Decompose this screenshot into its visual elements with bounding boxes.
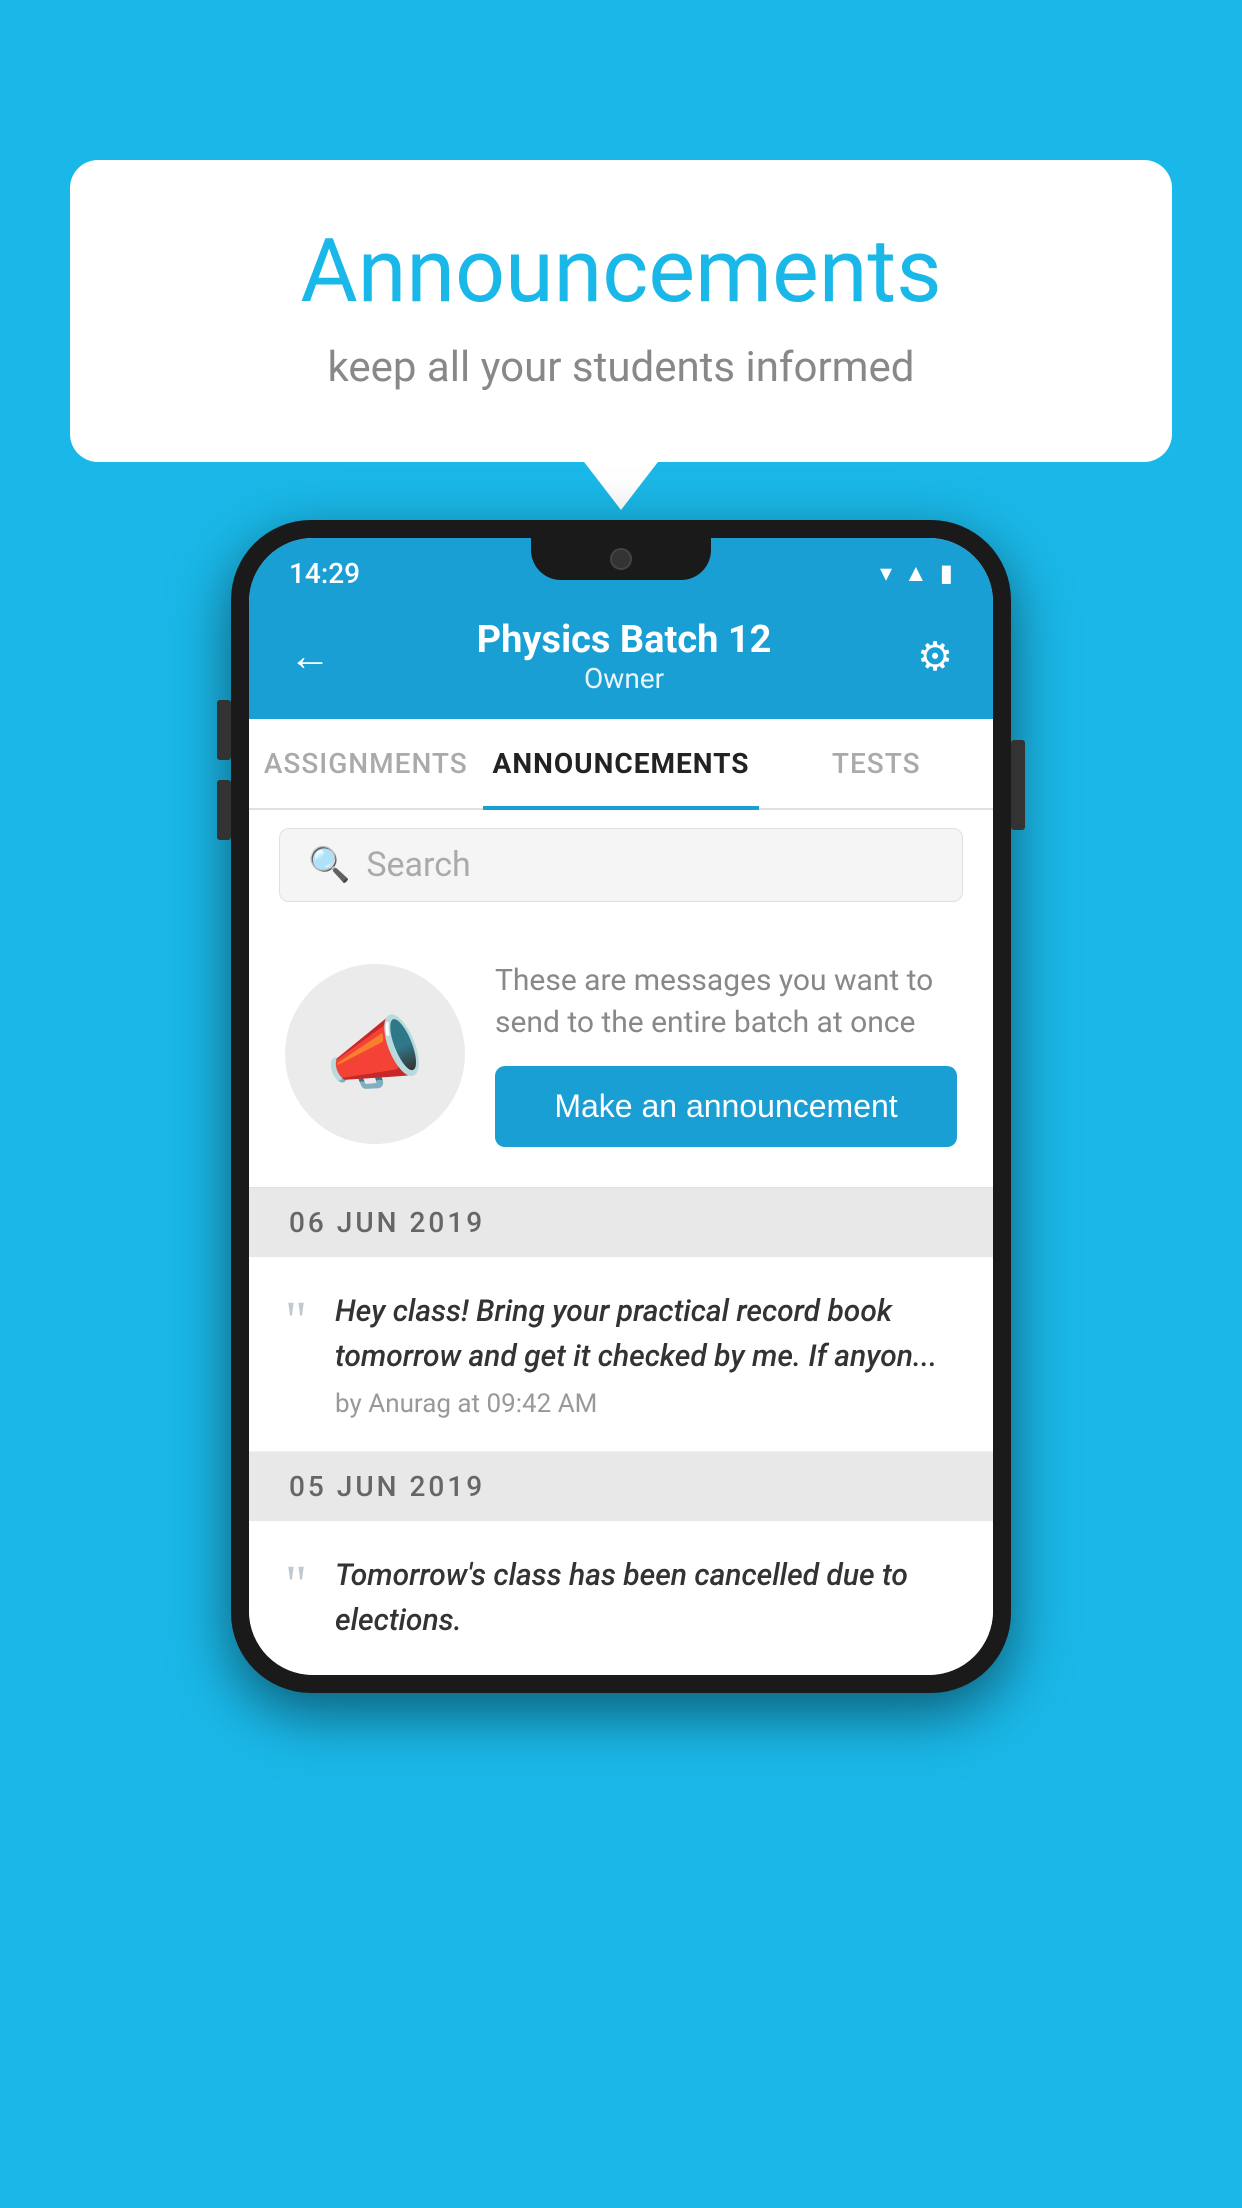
volume-down-button	[217, 780, 231, 840]
make-announcement-button[interactable]: Make an announcement	[495, 1066, 957, 1147]
search-input[interactable]: Search	[366, 845, 470, 885]
date-header-1: 06 JUN 2019	[249, 1188, 993, 1257]
speech-bubble-section: Announcements keep all your students inf…	[70, 160, 1172, 462]
megaphone-circle: 📣	[285, 964, 465, 1144]
app-bar: ← Physics Batch 12 Owner ⚙	[249, 598, 993, 719]
quote-icon-1: "	[285, 1293, 307, 1347]
app-bar-title-group: Physics Batch 12 Owner	[331, 618, 917, 695]
announcement-cta-card: 📣 These are messages you want to send to…	[249, 920, 993, 1188]
date-header-2: 05 JUN 2019	[249, 1452, 993, 1521]
gear-icon[interactable]: ⚙	[917, 633, 953, 680]
volume-up-button	[217, 700, 231, 760]
phone-outer: 14:29 ▾ ▲ ▮ ← Physics Batch 12 Owner ⚙	[231, 520, 1011, 1693]
announcement-meta-1: by Anurag at 09:42 AM	[335, 1389, 957, 1419]
power-button	[1011, 740, 1025, 830]
tab-assignments[interactable]: ASSIGNMENTS	[249, 719, 483, 808]
phone-mockup: 14:29 ▾ ▲ ▮ ← Physics Batch 12 Owner ⚙	[231, 520, 1011, 1693]
announcement-text-2: Tomorrow's class has been cancelled due …	[335, 1553, 957, 1643]
phone-notch	[531, 538, 711, 580]
megaphone-icon: 📣	[325, 1007, 425, 1101]
speech-bubble-subtitle: keep all your students informed	[150, 343, 1092, 392]
phone-screen: 14:29 ▾ ▲ ▮ ← Physics Batch 12 Owner ⚙	[249, 538, 993, 1675]
signal-icon: ▲	[904, 559, 928, 588]
search-container: 🔍 Search	[249, 810, 993, 920]
announcement-item-1: " Hey class! Bring your practical record…	[249, 1257, 993, 1452]
wifi-icon: ▾	[880, 559, 892, 587]
cta-right: These are messages you want to send to t…	[495, 960, 957, 1147]
tab-announcements[interactable]: ANNOUNCEMENTS	[483, 719, 760, 808]
announcement-content-1: Hey class! Bring your practical record b…	[335, 1289, 957, 1419]
quote-icon-2: "	[285, 1557, 307, 1611]
app-bar-title: Physics Batch 12	[331, 618, 917, 662]
speech-bubble-title: Announcements	[150, 220, 1092, 323]
speech-bubble-card: Announcements keep all your students inf…	[70, 160, 1172, 462]
cta-description: These are messages you want to send to t…	[495, 960, 957, 1044]
announcement-content-2: Tomorrow's class has been cancelled due …	[335, 1553, 957, 1643]
battery-icon: ▮	[940, 559, 953, 587]
tab-tests[interactable]: TESTS	[759, 719, 993, 808]
announcement-text-1: Hey class! Bring your practical record b…	[335, 1289, 957, 1379]
status-time: 14:29	[289, 557, 360, 590]
search-bar[interactable]: 🔍 Search	[279, 828, 963, 902]
tabs-bar: ASSIGNMENTS ANNOUNCEMENTS TESTS	[249, 719, 993, 810]
app-bar-subtitle: Owner	[331, 662, 917, 695]
back-button[interactable]: ←	[289, 632, 331, 681]
phone-camera	[610, 548, 632, 570]
announcement-item-2: " Tomorrow's class has been cancelled du…	[249, 1521, 993, 1675]
status-icons: ▾ ▲ ▮	[880, 559, 953, 588]
search-icon: 🔍	[308, 845, 350, 885]
